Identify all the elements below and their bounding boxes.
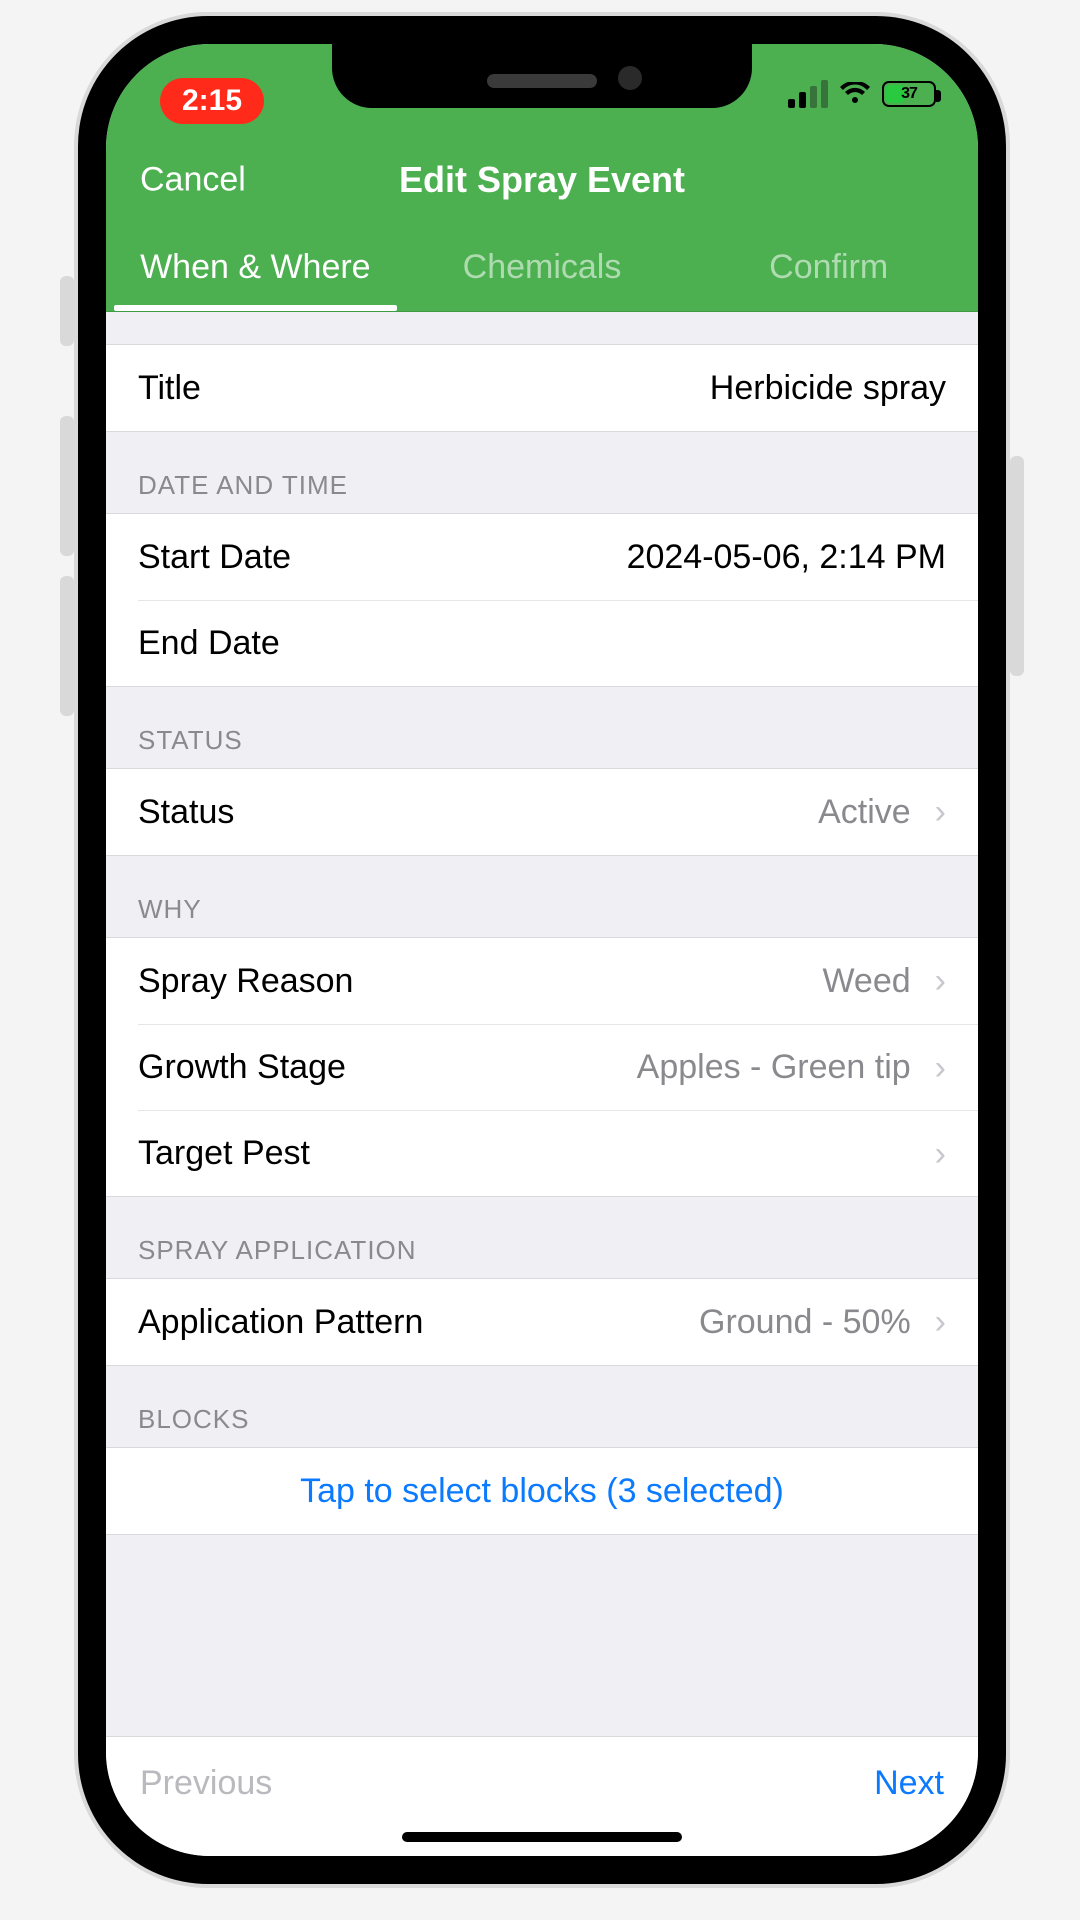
battery-icon: 37	[882, 81, 936, 107]
application-pattern-value: Ground - 50%	[439, 1303, 910, 1342]
chevron-right-icon: ›	[935, 964, 946, 998]
growth-stage-label: Growth Stage	[138, 1048, 346, 1087]
title-label: Title	[138, 369, 201, 408]
cellular-icon	[788, 80, 828, 108]
tab-label: When & Where	[140, 248, 371, 287]
section-why: WHY	[106, 856, 978, 937]
mute-switch[interactable]	[60, 276, 74, 346]
row-target-pest[interactable]: Target Pest ›	[138, 1110, 978, 1196]
bottom-spacer	[106, 1535, 978, 1567]
section-blocks: BLOCKS	[106, 1366, 978, 1447]
row-status[interactable]: Status Active ›	[106, 769, 978, 855]
tab-confirm[interactable]: Confirm	[685, 224, 972, 311]
target-pest-label: Target Pest	[138, 1134, 310, 1173]
end-date-label: End Date	[138, 624, 280, 663]
status-label: Status	[138, 793, 234, 832]
tab-label: Confirm	[769, 248, 888, 287]
group-title: Title Herbicide spray	[106, 344, 978, 432]
start-date-label: Start Date	[138, 538, 291, 577]
row-title[interactable]: Title Herbicide spray	[106, 345, 978, 431]
tab-when-where[interactable]: When & Where	[112, 224, 399, 311]
speaker-icon	[487, 74, 597, 88]
row-application-pattern[interactable]: Application Pattern Ground - 50% ›	[106, 1279, 978, 1365]
battery-percent: 37	[901, 85, 917, 103]
status-right: 37	[788, 80, 936, 108]
next-button[interactable]: Next	[874, 1764, 944, 1803]
select-blocks-link: Tap to select blocks (3 selected)	[300, 1472, 784, 1511]
spray-reason-value: Weed	[369, 962, 910, 1001]
section-status: STATUS	[106, 687, 978, 768]
group-why: Spray Reason Weed › Growth Stage Apples …	[106, 937, 978, 1197]
group-status: Status Active ›	[106, 768, 978, 856]
form-content[interactable]: Title Herbicide spray DATE AND TIME Star…	[106, 312, 978, 1736]
start-date-value: 2024-05-06, 2:14 PM	[307, 538, 946, 577]
section-date-and-time: DATE AND TIME	[106, 432, 978, 513]
volume-down-button[interactable]	[60, 576, 74, 716]
row-growth-stage[interactable]: Growth Stage Apples - Green tip ›	[138, 1024, 978, 1110]
row-select-blocks[interactable]: Tap to select blocks (3 selected)	[106, 1448, 978, 1534]
previous-button: Previous	[140, 1764, 272, 1803]
power-button[interactable]	[1010, 456, 1024, 676]
stage: 2:15 37	[0, 0, 1080, 1920]
group-blocks: Tap to select blocks (3 selected)	[106, 1447, 978, 1535]
tab-chemicals[interactable]: Chemicals	[399, 224, 686, 311]
spray-reason-label: Spray Reason	[138, 962, 353, 1001]
row-start-date[interactable]: Start Date 2024-05-06, 2:14 PM	[106, 514, 978, 600]
screen: 2:15 37	[106, 44, 978, 1856]
row-end-date[interactable]: End Date	[138, 600, 978, 686]
chevron-right-icon: ›	[935, 795, 946, 829]
section-spray-application: SPRAY APPLICATION	[106, 1197, 978, 1278]
application-pattern-label: Application Pattern	[138, 1303, 423, 1342]
tabs: When & Where Chemicals Confirm	[106, 224, 978, 312]
chevron-right-icon: ›	[935, 1051, 946, 1085]
chevron-right-icon: ›	[935, 1305, 946, 1339]
recording-time-pill[interactable]: 2:15	[160, 78, 264, 124]
row-spray-reason[interactable]: Spray Reason Weed ›	[106, 938, 978, 1024]
status-value: Active	[250, 793, 910, 832]
group-application: Application Pattern Ground - 50% ›	[106, 1278, 978, 1366]
title-value: Herbicide spray	[217, 369, 946, 408]
tab-label: Chemicals	[463, 248, 622, 287]
nav-bar: Cancel Edit Spray Event	[106, 136, 978, 224]
wifi-icon	[840, 82, 870, 106]
home-indicator[interactable]	[402, 1832, 682, 1842]
status-time: 2:15	[182, 84, 242, 117]
cancel-button[interactable]: Cancel	[140, 161, 246, 200]
chevron-right-icon: ›	[935, 1137, 946, 1171]
notch	[332, 44, 752, 108]
phone-frame: 2:15 37	[78, 16, 1006, 1884]
front-camera-icon	[618, 66, 642, 90]
group-date: Start Date 2024-05-06, 2:14 PM End Date	[106, 513, 978, 687]
page-title: Edit Spray Event	[399, 159, 685, 201]
volume-up-button[interactable]	[60, 416, 74, 556]
growth-stage-value: Apples - Green tip	[362, 1048, 911, 1087]
